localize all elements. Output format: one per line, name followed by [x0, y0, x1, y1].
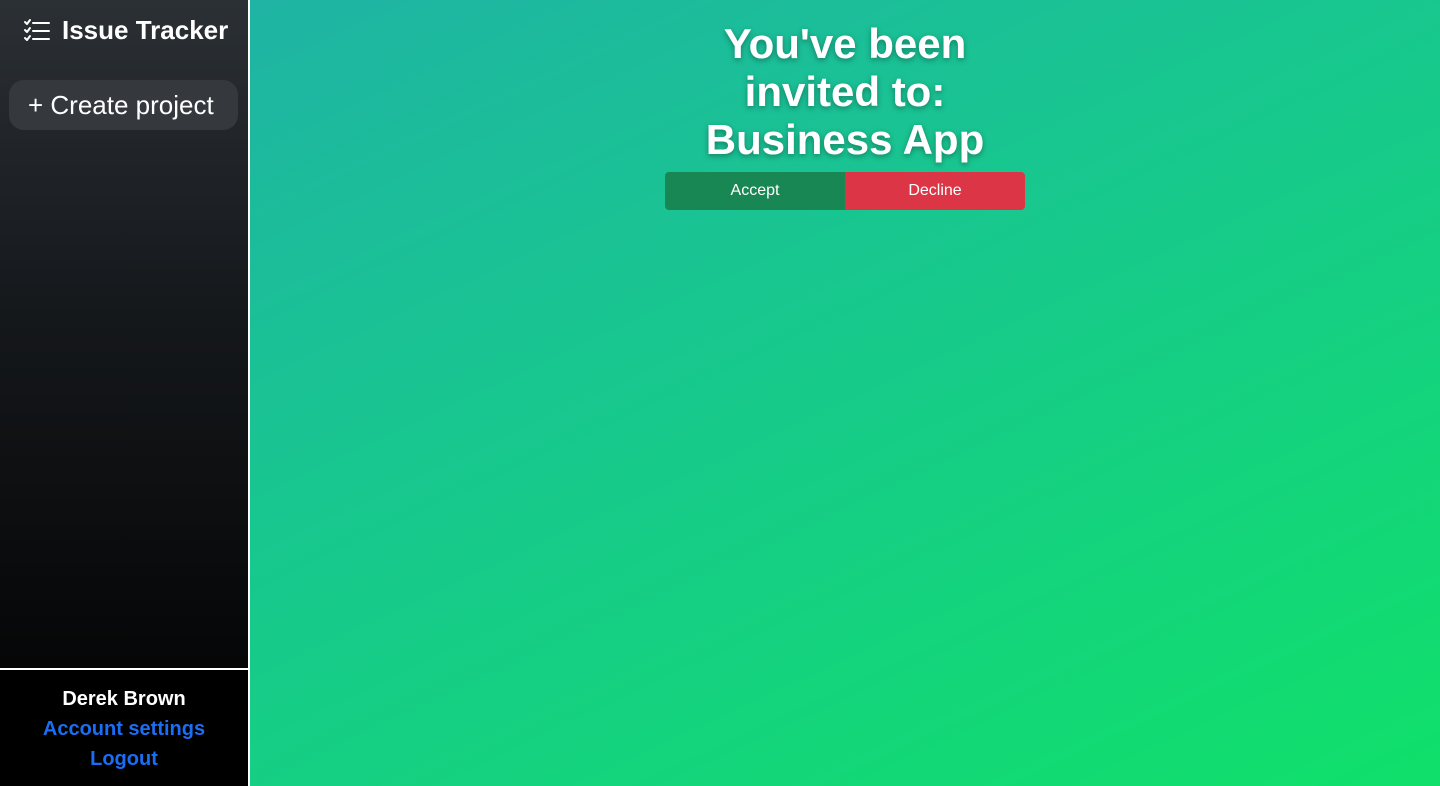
app-title: Issue Tracker: [62, 14, 229, 45]
decline-button[interactable]: Decline: [845, 172, 1025, 210]
invite-heading: You've been invited to: Business App: [250, 20, 1440, 164]
user-name: Derek Brown: [62, 688, 186, 710]
main-content: You've been invited to: Business App Acc…: [250, 0, 1440, 786]
brand[interactable]: Issue Tracker: [22, 14, 228, 46]
invite-heading-line1: You've been: [723, 20, 967, 67]
create-project-button[interactable]: + Create project: [9, 80, 238, 130]
sidebar: Issue Tracker + Create project Derek Bro…: [0, 0, 248, 786]
checklist-icon: [24, 19, 50, 41]
invite-actions: Accept Decline: [665, 172, 1025, 210]
account-settings-link[interactable]: Account settings: [0, 717, 248, 741]
invite-heading-line2: invited to:: [744, 68, 946, 115]
accept-button[interactable]: Accept: [665, 172, 845, 210]
invite-project-name: Business App: [705, 116, 985, 163]
logout-link[interactable]: Logout: [0, 747, 248, 771]
user-panel: Derek Brown Account settings Logout: [0, 668, 248, 786]
